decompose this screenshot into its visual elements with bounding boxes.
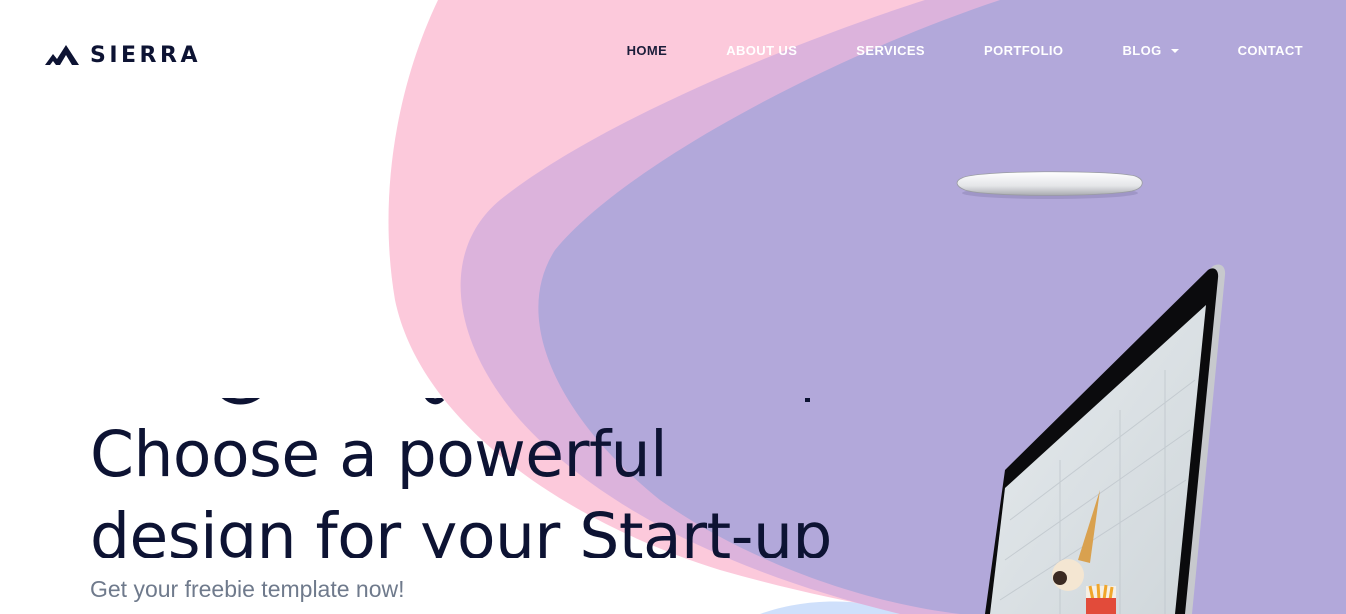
- brand-logo[interactable]: SIERRA: [44, 40, 201, 72]
- mouse-illustration: [956, 171, 1143, 199]
- brand-name: SIERRA: [90, 43, 201, 68]
- hero-title-rotator: Choose a powerful design for your Start-…: [90, 398, 870, 558]
- nav-item-services[interactable]: SERVICES: [856, 43, 925, 58]
- chevron-down-icon: [1170, 49, 1179, 53]
- hero-title-line-1: Choose a powerful: [90, 418, 668, 491]
- hero-title-line-2: design for your Start-up: [90, 500, 832, 558]
- nav-item-blog-label: BLOG: [1122, 43, 1162, 58]
- nav-item-blog[interactable]: BLOG: [1122, 43, 1179, 58]
- nav-item-contact[interactable]: CONTACT: [1238, 43, 1303, 58]
- nav-item-portfolio[interactable]: PORTFOLIO: [984, 43, 1063, 58]
- mountain-peaks-icon: [45, 45, 79, 65]
- nav-item-home[interactable]: HOME: [627, 43, 668, 58]
- hero-subtitle: Get your freebie template now!: [90, 576, 405, 602]
- main-nav: HOME ABOUT US SERVICES PORTFOLIO BLOG CO…: [627, 43, 1303, 58]
- hero-section: SIERRA HOME ABOUT US SERVICES PORTFOLIO …: [0, 0, 1346, 614]
- clipped-glyph-tails: [221, 398, 810, 405]
- nav-item-about-us[interactable]: ABOUT US: [726, 43, 797, 58]
- hero-title: Choose a powerful design for your Start-…: [90, 414, 832, 558]
